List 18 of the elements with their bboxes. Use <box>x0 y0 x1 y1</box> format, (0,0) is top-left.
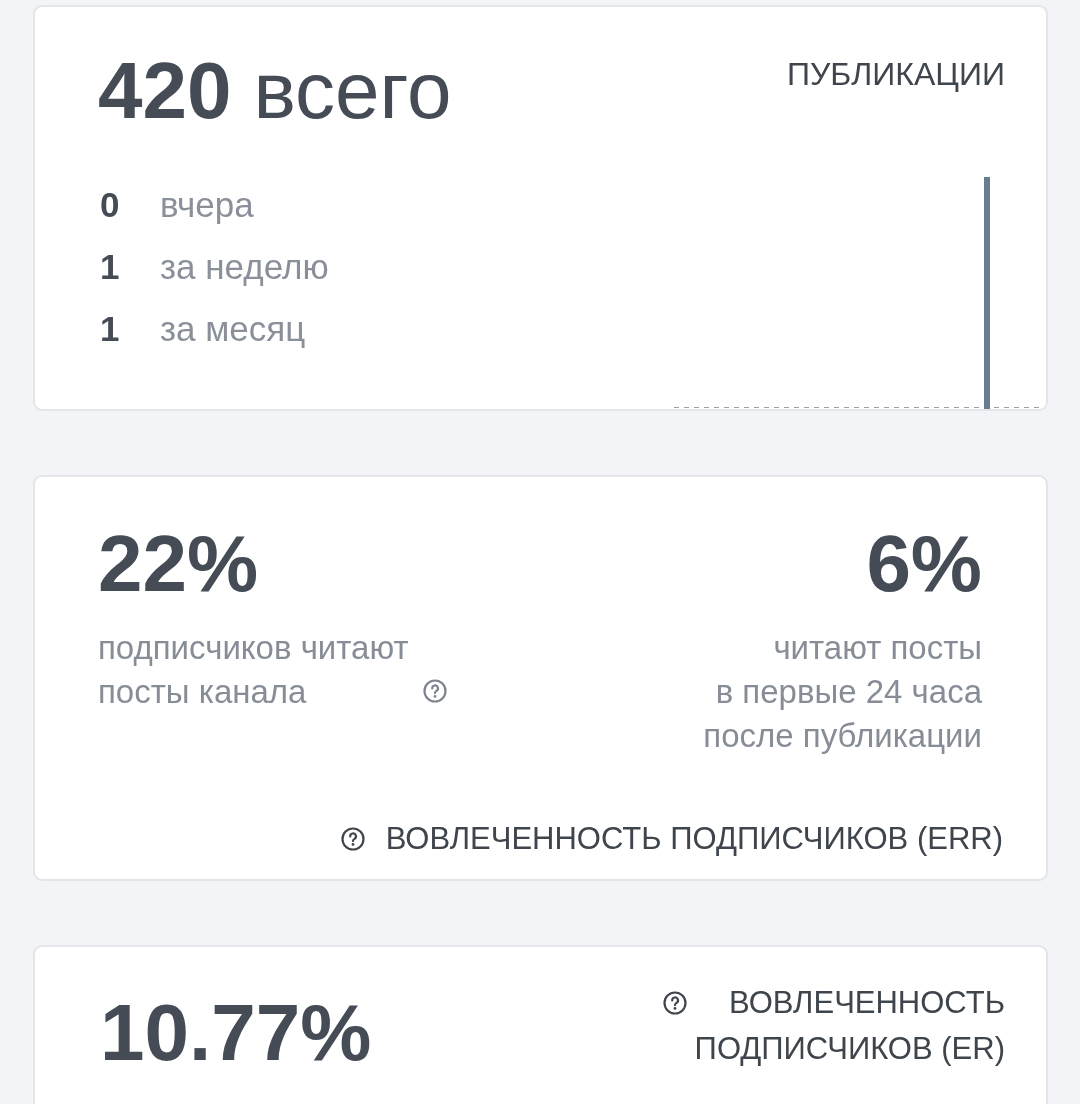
metric-value: 6% <box>866 519 982 609</box>
period-count: 1 <box>99 308 121 350</box>
metric-value: 22% <box>98 519 259 609</box>
period-label: за неделю <box>160 246 329 288</box>
metric-title: ВОВЛЕЧЕННОСТЬ ПОДПИСЧИКОВ (ER) <box>694 984 1005 1068</box>
total-count: 420 <box>98 46 232 136</box>
period-count: 0 <box>99 184 121 226</box>
metric-description: читают посты в первые 24 часа после публикации <box>703 628 982 756</box>
card-title: ПУБЛИКАЦИИ <box>787 55 1005 94</box>
total-label: всего <box>253 46 452 136</box>
help-icon[interactable] <box>340 827 365 851</box>
metric-title: ВОВЛЕЧЕННОСТЬ ПОДПИСЧИКОВ (ERR) <box>385 820 1003 858</box>
period-label: вчера <box>160 184 254 226</box>
metric-description: подписчиков читают посты канала <box>98 628 409 712</box>
period-count: 1 <box>99 246 121 288</box>
help-icon[interactable] <box>662 991 687 1015</box>
period-label: за месяц <box>160 308 306 350</box>
metric-value: 10.77% <box>100 988 372 1078</box>
